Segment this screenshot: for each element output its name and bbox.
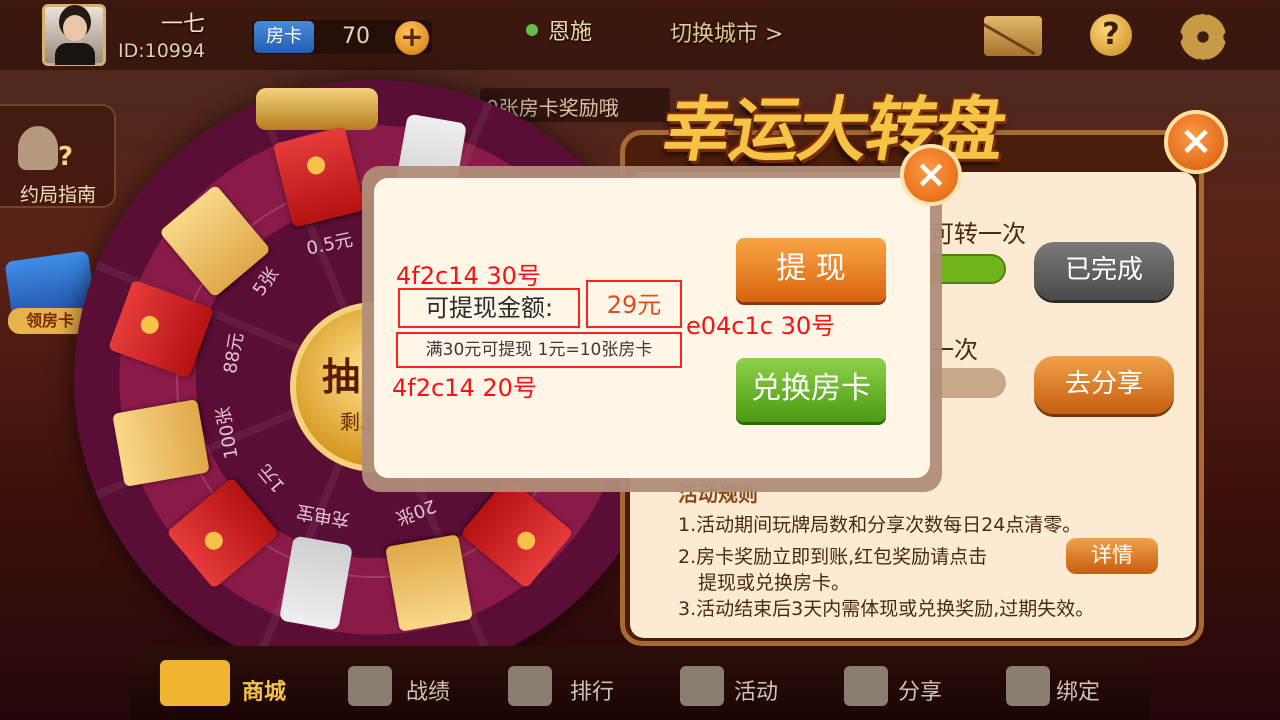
nav-activity-label: 活动 bbox=[734, 680, 779, 705]
bar-chart-icon bbox=[508, 666, 552, 706]
question-icon: ? bbox=[58, 142, 74, 172]
rule-line: 1.活动期间玩牌局数和分享次数每日24点清零。 bbox=[678, 514, 1082, 536]
task-done-button[interactable]: 已完成 bbox=[1034, 242, 1174, 300]
prize-room-card bbox=[385, 534, 473, 632]
nav-rank[interactable]: 排行 bbox=[508, 660, 628, 716]
nav-bind[interactable]: 绑定 bbox=[1006, 660, 1126, 716]
annotation-value-style: e04c1c 30号 bbox=[686, 312, 836, 340]
nav-bind-label: 绑定 bbox=[1056, 680, 1101, 705]
withdrawable-amount-label: 可提现金额: bbox=[398, 288, 580, 328]
withdraw-dialog bbox=[374, 178, 930, 478]
nav-record[interactable]: 战绩 bbox=[348, 660, 468, 716]
add-card-button[interactable]: + bbox=[395, 21, 429, 55]
nav-rank-label: 排行 bbox=[570, 680, 615, 705]
annotation-label-style: 4f2c14 30号 bbox=[396, 262, 541, 290]
withdraw-condition: 满30元可提现 1元=10张房卡 bbox=[396, 332, 682, 368]
nav-share-label: 分享 bbox=[898, 680, 943, 705]
room-card-count: 70 bbox=[342, 24, 370, 49]
gear-icon[interactable] bbox=[1180, 14, 1226, 60]
location-dot-icon bbox=[526, 24, 538, 36]
withdrawable-amount-value: 29元 bbox=[586, 280, 682, 328]
guide-button[interactable]: ? 约局指南 bbox=[0, 104, 116, 208]
help-icon[interactable]: ? bbox=[1090, 14, 1132, 56]
switch-city-link[interactable]: 切换城市 > bbox=[670, 16, 783, 48]
cart-icon bbox=[160, 660, 230, 706]
nav-shop[interactable]: 商城 bbox=[160, 660, 310, 716]
nav-record-label: 战绩 bbox=[406, 680, 451, 705]
close-dialog-button[interactable]: × bbox=[900, 144, 962, 206]
rule-line: 提现或兑换房卡。 bbox=[698, 572, 851, 594]
close-panel-button[interactable]: × bbox=[1164, 110, 1228, 174]
panel-title: 幸运大转盘 bbox=[655, 89, 1011, 171]
trophy-icon bbox=[348, 666, 392, 706]
current-city: 恩施 bbox=[548, 20, 593, 45]
annotation-cond-style: 4f2c14 20号 bbox=[392, 374, 537, 402]
mail-icon[interactable] bbox=[984, 16, 1042, 56]
people-icon bbox=[18, 126, 58, 170]
gift-icon bbox=[680, 666, 724, 706]
wheel-pointer bbox=[256, 88, 378, 130]
prize-room-card bbox=[112, 399, 210, 487]
spin-label: 抽 bbox=[322, 355, 361, 399]
rule-line: 2.房卡奖励立即到账,红包奖励请点击 bbox=[678, 546, 988, 568]
task-1-label: 可转一次 bbox=[930, 220, 1026, 248]
avatar[interactable] bbox=[42, 4, 106, 66]
user-id: ID:10994 bbox=[118, 40, 206, 62]
room-card-label: 房卡 bbox=[254, 21, 314, 53]
nav-share[interactable]: 分享 bbox=[844, 660, 964, 716]
share-icon bbox=[844, 666, 888, 706]
guide-label: 约局指南 bbox=[19, 184, 96, 206]
withdraw-button[interactable]: 提 现 bbox=[736, 238, 886, 302]
share-button[interactable]: 去分享 bbox=[1034, 356, 1174, 414]
nav-shop-label: 商城 bbox=[242, 680, 287, 705]
nav-activity[interactable]: 活动 bbox=[680, 660, 800, 716]
exchange-cards-button[interactable]: 兑换房卡 bbox=[736, 358, 886, 422]
details-button[interactable]: 详情 bbox=[1066, 538, 1158, 574]
username: 一七 bbox=[160, 12, 205, 37]
lock-icon bbox=[1006, 666, 1050, 706]
rule-line: 3.活动结束后3天内需体现或兑换奖励,过期失效。 bbox=[678, 598, 1095, 620]
